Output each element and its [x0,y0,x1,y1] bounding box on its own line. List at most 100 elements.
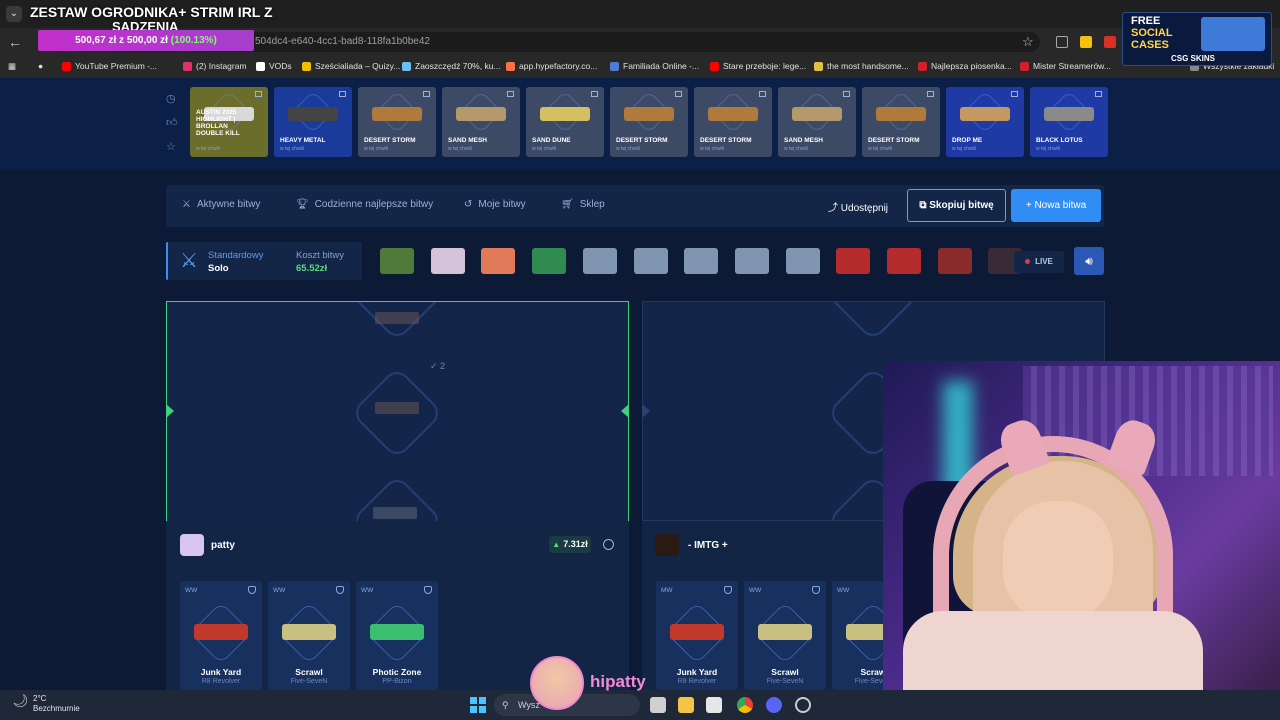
star-icon[interactable]: ☆ [166,140,176,153]
nav-daily-best[interactable]: 🏆︎ Codzienne najlepsze bitwy [296,199,433,210]
won-item-card[interactable]: WW Photic Zone PP-Bizon [356,581,438,690]
extension-icon[interactable] [1056,36,1068,48]
drop-name: DESERT STORM [868,137,920,144]
drop-card[interactable]: SAND MESH w tej chwili [778,87,856,157]
case-icon[interactable] [532,248,567,274]
won-item-card[interactable]: WW Junk Yard R8 Revolver [180,581,262,690]
bookmark-label: Najlepsza piosenka... [931,61,1012,71]
trophy-icon: 🏆︎ [296,199,309,210]
player-value-badge: ▲ 7.31zł [549,536,591,553]
nav-active-battles[interactable]: ⚔ Aktywne bitwy [182,199,260,210]
reel-pointer-left-icon [642,404,650,418]
case-icon[interactable] [633,248,668,274]
bookmark-item[interactable]: Najlepsza piosenka... [918,61,1012,71]
file-explorer-icon[interactable] [678,697,694,713]
drop-card[interactable]: SAND MESH w tej chwili [442,87,520,157]
new-battle-button[interactable]: + Nowa bitwa [1011,189,1101,222]
bookmark-label: Stare przeboje: lege... [723,61,807,71]
drop-card[interactable]: SAND DUNE w tej chwili [526,87,604,157]
case-icon[interactable] [785,248,820,274]
nav-shop[interactable]: 🛒︎ Sklep [561,199,605,210]
pin-icon [591,91,598,97]
reel-pointer-right-icon [621,404,629,418]
extension-icon[interactable] [1104,36,1116,48]
extension-icon[interactable] [1080,36,1092,48]
won-item-card[interactable]: MW Junk Yard R8 Revolver [656,581,738,690]
case-icon[interactable] [887,248,921,274]
bookmark-item[interactable]: Stare przeboje: lege... [710,61,806,71]
emoji-icon[interactable] [603,539,614,550]
discord-icon[interactable] [766,697,782,713]
drop-name: DESERT STORM [700,137,752,144]
round-marker: ✓ 2 [430,361,446,371]
bookmark-item[interactable]: Familiada Online -... [610,61,699,71]
copy-battle-button[interactable]: ⧉ Skopiuj bitwę [907,189,1006,222]
tab-list-icon[interactable]: ⌄ [6,6,22,22]
bookmark-item[interactable]: Zaoszczędź 70%, ku... [402,61,501,71]
share-button[interactable]: ⤴ Udostępnij [828,199,888,214]
case-icon[interactable] [937,248,972,274]
github-icon[interactable]: ● [38,61,43,71]
bookmark-favicon-icon [814,61,823,71]
weapon-image [370,624,424,640]
case-icon[interactable] [380,248,414,274]
bookmark-item[interactable]: (2) Instagram [183,61,247,71]
drop-card[interactable]: DESERT STORM w tej chwili [862,87,940,157]
case-icon[interactable] [836,248,871,274]
drop-card[interactable]: BLACK LOTUS w tej chwili [1030,87,1108,157]
task-view-icon[interactable] [650,697,666,713]
case-icon[interactable] [582,248,617,274]
thumbs-up-icon[interactable]: 👍︎ [166,116,178,129]
bookmark-item[interactable]: VODs [256,61,292,71]
bookmark-favicon-icon [918,61,927,71]
drop-card[interactable]: DESERT STORM w tej chwili [358,87,436,157]
shield-icon [424,586,432,594]
drop-name: DESERT STORM [364,137,416,144]
won-item-card[interactable]: WW Scrawl Five-SeveN [744,581,826,690]
shield-icon [724,586,732,594]
store-icon[interactable] [706,697,722,713]
bookmark-item[interactable]: Mister Streamerów... [1020,61,1111,71]
drop-card[interactable]: DESERT STORM w tej chwili [610,87,688,157]
clock-icon[interactable]: ◷ [166,92,176,105]
drop-time: w tej chwili [700,146,724,152]
drop-card[interactable]: HEAVY METAL w tej chwili [274,87,352,157]
battle-arena-player1 [166,301,629,521]
nav-my-battles[interactable]: ↺ Moje bitwy [464,199,526,210]
mode-value: Solo [208,263,229,274]
won-item-card[interactable]: WW Scrawl Five-SeveN [268,581,350,690]
bookmark-item[interactable]: app.hypefactory.co... [506,61,597,71]
bookmark-item[interactable]: Sześcialiada – Quizy... [302,61,400,71]
drop-card[interactable]: AUSTIN 2025 HIGHLIGHT | BROLLAN DOUBLE K… [190,87,268,157]
item-name: Junk Yard [676,667,718,677]
case-icon[interactable] [481,248,516,274]
bookmark-label: YouTube Premium -... [75,61,158,71]
weapon-image [1044,107,1094,121]
case-icon[interactable] [684,248,719,274]
streamer-name: hipatty [590,672,646,691]
windows-start-icon[interactable] [470,697,486,713]
case-icon[interactable] [734,248,769,274]
moon-icon: 🌙︎ [12,693,29,708]
bookmark-label: Zaoszczędź 70%, ku... [415,61,501,71]
arrow-up-icon: ▲ [552,540,561,549]
chrome-icon[interactable] [737,697,753,713]
obs-icon[interactable] [795,697,811,713]
bookmark-favicon-icon [402,61,411,71]
drop-card[interactable]: DROP ME w tej chwili [946,87,1024,157]
item-type: R8 Revolver [201,678,241,685]
bookmark-item[interactable]: the most handsome... [814,61,909,71]
apps-grid-icon[interactable]: ▦ [8,61,16,72]
item-name: Photic Zone [372,667,422,677]
case-icon[interactable] [430,248,465,274]
bookmark-star-icon[interactable]: ☆ [1022,34,1034,50]
drop-card[interactable]: DESERT STORM w tej chwili [694,87,772,157]
shield-icon [248,586,256,594]
back-arrow-icon[interactable]: ← [8,34,22,50]
sound-toggle-button[interactable]: 🔊︎ [1074,247,1104,275]
wear-tag: WW [185,587,198,594]
live-indicator: LIVE [1014,251,1064,273]
reel-item [375,402,419,414]
streamer-shirt [903,611,1203,690]
bookmark-item[interactable]: YouTube Premium -... [62,61,157,71]
